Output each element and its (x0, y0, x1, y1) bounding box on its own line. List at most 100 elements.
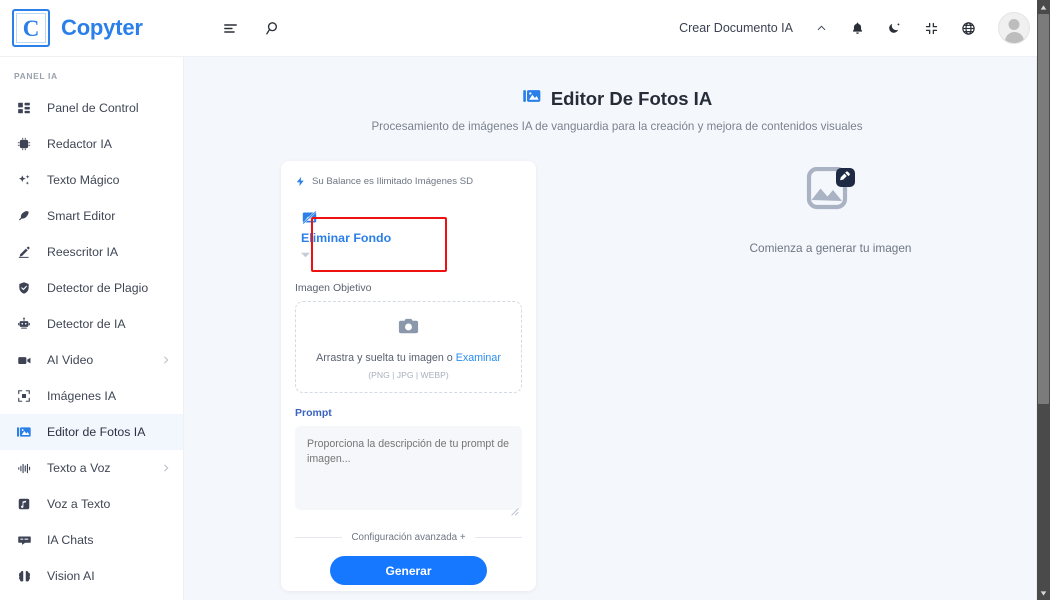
chat-icon (14, 533, 34, 548)
photo-edit-icon (14, 424, 34, 440)
browse-link[interactable]: Examinar (456, 352, 501, 364)
brand-name: Copyter (61, 15, 143, 40)
scroll-down-arrow-icon[interactable] (1037, 586, 1050, 600)
image-frame-icon (14, 389, 34, 403)
topbar-left-icons (222, 20, 282, 37)
sidebar-item-label: Voz a Texto (47, 497, 111, 511)
avatar-silhouette (1004, 32, 1024, 43)
dashboard-icon (14, 101, 34, 115)
balance-text: Su Balance es Ilimitado Imágenes SD (312, 176, 474, 187)
pencil-icon (14, 245, 34, 259)
compress-icon[interactable] (924, 21, 939, 36)
sidebar-item-label: Imágenes IA (47, 389, 117, 403)
sidebar-item-label: Vision AI (47, 569, 95, 583)
sidebar-item-imagenes-ia[interactable]: Imágenes IA (0, 378, 183, 414)
image-dropzone[interactable]: Arrastra y suelta tu imagen o Examinar (… (295, 301, 522, 393)
page-title-text: Editor De Fotos IA (550, 87, 713, 109)
caret-down-icon (301, 252, 516, 258)
chevron-right-icon (161, 355, 171, 365)
page-subtitle: Procesamiento de imágenes IA de vanguard… (371, 120, 863, 133)
image-edit-placeholder-icon (802, 166, 858, 219)
divider-left (295, 537, 343, 538)
content-columns: Su Balance es Ilimitado Imágenes SD Elim… (184, 133, 1050, 591)
camera-icon (397, 315, 420, 343)
brand-logo[interactable]: C Copyter (12, 9, 184, 47)
sidebar-item-label: Texto a Voz (47, 461, 111, 475)
sidebar-item-texto-a-voz[interactable]: Texto a Voz (0, 450, 183, 486)
sidebar-item-detector-de-plagio[interactable]: Detector de Plagio (0, 270, 183, 306)
top-bar: C Copyter Crear Documento IA (0, 0, 1050, 57)
mode-label: Eliminar Fondo (301, 231, 392, 245)
brain-icon (14, 569, 34, 584)
divider-right (474, 537, 523, 538)
logo-mark: C (12, 9, 50, 47)
sidebar-item-detector-de-ia[interactable]: Detector de IA (0, 306, 183, 342)
sidebar-item-smart-editor[interactable]: Smart Editor (0, 198, 183, 234)
dropzone-text: Arrastra y suelta tu imagen o Examinar (316, 352, 501, 364)
chevron-up-icon[interactable] (815, 22, 828, 35)
body-row: PANEL IA Panel de Control Redactor IA Te… (0, 57, 1050, 600)
image-field-label: Imagen Objetivo (295, 282, 372, 294)
generator-form-card: Su Balance es Ilimitado Imágenes SD Elim… (281, 161, 536, 591)
sidebar: PANEL IA Panel de Control Redactor IA Te… (0, 57, 184, 600)
waveform-icon (14, 461, 34, 476)
prompt-input[interactable] (295, 426, 522, 510)
page-title: Editor De Fotos IA (522, 86, 712, 111)
sidebar-item-reescritor-ia[interactable]: Reescritor IA (0, 234, 183, 270)
sidebar-item-label: Redactor IA (47, 137, 112, 151)
logo-letter: C (22, 15, 40, 41)
scroll-up-arrow-icon[interactable] (1037, 0, 1050, 14)
app-window: C Copyter Crear Documento IA PANEL IA Pa… (0, 0, 1050, 600)
shield-check-icon (14, 281, 34, 295)
advanced-settings-toggle[interactable]: Configuración avanzada + (351, 532, 465, 543)
bolt-icon (295, 176, 306, 187)
topbar-right-group: Crear Documento IA (679, 12, 1030, 44)
mode-dropdown[interactable]: Eliminar Fondo (295, 201, 522, 268)
scrollbar-thumb[interactable] (1038, 14, 1049, 404)
main-content: Editor De Fotos IA Procesamiento de imág… (184, 57, 1050, 600)
preview-placeholder: Comienza a generar tu imagen (749, 166, 912, 255)
sidebar-section-label: PANEL IA (14, 71, 58, 81)
globe-icon[interactable] (961, 21, 976, 36)
sidebar-item-editor-de-fotos-ia[interactable]: Editor de Fotos IA (0, 414, 183, 450)
window-scrollbar[interactable] (1037, 0, 1050, 600)
prompt-label: Prompt (295, 407, 332, 419)
sidebar-item-label: Reescritor IA (47, 245, 119, 259)
sidebar-item-panel-de-control[interactable]: Panel de Control (0, 90, 183, 126)
align-left-icon[interactable] (222, 20, 239, 37)
music-note-icon (14, 497, 34, 511)
moon-icon[interactable] (887, 21, 902, 36)
sidebar-item-label: Panel de Control (47, 101, 139, 115)
generate-button[interactable]: Generar (330, 556, 487, 585)
sparkles-icon (14, 173, 34, 188)
sidebar-item-label: AI Video (47, 353, 94, 367)
video-camera-icon (14, 353, 34, 368)
chip-ai-icon (14, 137, 34, 151)
bell-icon[interactable] (850, 21, 865, 36)
sidebar-item-label: Texto Mágico (47, 173, 120, 187)
page-header: Editor De Fotos IA Procesamiento de imág… (184, 57, 1050, 134)
sidebar-item-texto-magico[interactable]: Texto Mágico (0, 162, 183, 198)
create-document-button[interactable]: Crear Documento IA (679, 21, 793, 35)
sidebar-item-label: Detector de IA (47, 317, 126, 331)
preview-column: Comienza a generar tu imagen (611, 161, 1050, 591)
feather-icon (14, 209, 34, 223)
robot-icon (14, 317, 34, 331)
sidebar-item-ia-chats[interactable]: IA Chats (0, 522, 183, 558)
sidebar-item-voz-a-texto[interactable]: Voz a Texto (0, 486, 183, 522)
dropzone-main-text: Arrastra y suelta tu imagen o (316, 351, 453, 364)
form-column: Su Balance es Ilimitado Imágenes SD Elim… (281, 161, 611, 591)
sidebar-item-redactor-ia[interactable]: Redactor IA (0, 126, 183, 162)
prompt-wrapper (295, 426, 522, 516)
search-icon[interactable] (265, 20, 282, 37)
sidebar-item-vision-ai[interactable]: Vision AI (0, 558, 183, 594)
photo-edit-icon (522, 86, 542, 111)
sidebar-item-label: Editor de Fotos IA (47, 425, 146, 439)
sidebar-item-label: Detector de Plagio (47, 281, 149, 295)
sidebar-item-ai-video[interactable]: AI Video (0, 342, 183, 378)
image-slash-icon (301, 209, 516, 226)
preview-text: Comienza a generar tu imagen (749, 241, 912, 255)
dropzone-formats: (PNG | JPG | WEBP) (368, 369, 449, 380)
sidebar-item-label: IA Chats (47, 533, 94, 547)
avatar[interactable] (998, 12, 1030, 44)
